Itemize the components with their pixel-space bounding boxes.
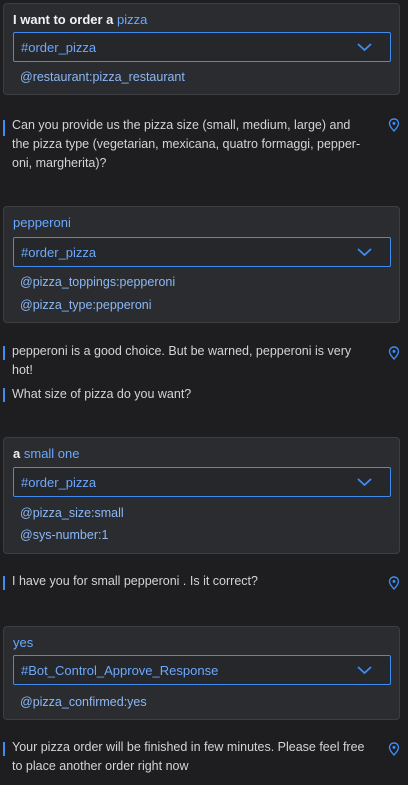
bot-response-text: I have you for small pepperoni . Is it c… — [12, 574, 258, 588]
bot-response-text: Can you provide us the pizza size (small… — [12, 118, 361, 170]
bot-response-text: Your pizza order will be finished in few… — [12, 740, 365, 773]
location-pin-icon[interactable] — [388, 742, 400, 756]
intent-dropdown[interactable]: #order_pizza — [13, 237, 391, 267]
intent-label: #Bot_Control_Approve_Response — [21, 663, 219, 678]
utterance-annotated-value[interactable]: pizza — [117, 12, 147, 27]
entity-tag[interactable]: @pizza_toppings:pepperoni — [20, 275, 175, 290]
entity-tag[interactable]: @sys-number:1 — [20, 528, 108, 543]
utterance-annotated-value[interactable]: small one — [24, 446, 80, 461]
bot-response-marker — [3, 346, 5, 360]
intent-dropdown[interactable]: #order_pizza — [13, 32, 391, 62]
user-input-card: I want to order a pizza #order_pizza @re… — [3, 3, 400, 95]
chevron-down-icon — [357, 248, 372, 257]
user-input-card: yes #Bot_Control_Approve_Response @pizza… — [3, 626, 400, 720]
location-pin-icon[interactable] — [388, 576, 400, 590]
user-utterance: pepperoni — [13, 215, 71, 230]
intent-label: #order_pizza — [21, 40, 97, 55]
entity-tag[interactable]: @restaurant:pizza_restaurant — [20, 70, 185, 85]
intent-label: #order_pizza — [21, 245, 97, 260]
intent-label: #order_pizza — [21, 475, 97, 490]
bot-response-marker — [3, 388, 5, 402]
utterance-text: a — [13, 446, 21, 461]
entity-tag[interactable]: @pizza_size:small — [20, 506, 124, 521]
bot-response-marker — [3, 742, 5, 756]
user-utterance: yes — [13, 635, 33, 650]
location-pin-icon[interactable] — [388, 346, 400, 360]
location-pin-icon[interactable] — [388, 118, 400, 132]
bot-response-marker — [3, 576, 5, 590]
chevron-down-icon — [357, 43, 372, 52]
bot-response-text: What size of pizza do you want? — [12, 387, 192, 401]
utterance-annotated-value[interactable]: pepperoni — [13, 215, 71, 230]
bot-response-marker — [3, 120, 5, 136]
utterance-annotated-value[interactable]: yes — [13, 635, 33, 650]
chevron-down-icon — [357, 666, 372, 675]
user-utterance: a small one — [13, 446, 80, 461]
intent-dropdown[interactable]: #Bot_Control_Approve_Response — [13, 655, 391, 685]
chevron-down-icon — [357, 478, 372, 487]
intent-dropdown[interactable]: #order_pizza — [13, 467, 391, 497]
entity-tag[interactable]: @pizza_type:pepperoni — [20, 298, 152, 313]
bot-response-text: pepperoni is a good choice. But be warne… — [12, 344, 352, 377]
utterance-text: I want to order a — [13, 12, 114, 27]
user-input-card: a small one #order_pizza @pizza_size:sma… — [3, 437, 400, 554]
entity-tag[interactable]: @pizza_confirmed:yes — [20, 695, 147, 710]
user-utterance: I want to order a pizza — [13, 12, 147, 27]
user-input-card: pepperoni #order_pizza @pizza_toppings:p… — [3, 206, 400, 323]
